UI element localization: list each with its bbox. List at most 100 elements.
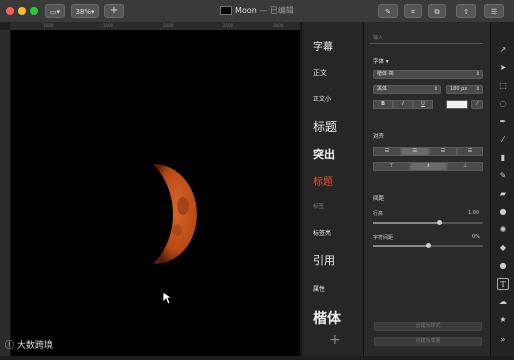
share-button[interactable]: ⇧ (456, 4, 476, 18)
sidebar-toggle-button[interactable]: ▭▾ (45, 4, 65, 18)
lasso-icon[interactable]: ◌ (497, 98, 509, 110)
eraser-icon[interactable]: ▰ (497, 188, 509, 200)
style-item[interactable]: 正文小 (313, 94, 331, 103)
left-ruler (0, 30, 11, 356)
minimize-window-button[interactable] (18, 7, 26, 15)
style-item[interactable]: 正文 (313, 68, 327, 78)
bold-button[interactable]: B (373, 100, 393, 109)
slider-knob[interactable] (425, 243, 431, 248)
adjust-button[interactable]: ☰ (484, 4, 504, 18)
arrow-icon[interactable]: ↗ (497, 44, 509, 56)
italic-button[interactable]: I (393, 100, 413, 109)
text-input[interactable]: 输入 (370, 35, 483, 44)
align-justify-button[interactable]: ☰ (457, 147, 483, 156)
valign-middle-button[interactable]: ⇕ (410, 162, 447, 171)
style-label: 标题 (313, 120, 338, 134)
more-icon[interactable]: » (497, 334, 509, 346)
style-item[interactable]: 突出 (313, 146, 335, 162)
star-icon[interactable]: ★ (497, 314, 509, 326)
align-left-button[interactable]: ☰ (373, 147, 401, 156)
valign-top-button[interactable]: ⊤ (373, 162, 410, 171)
eyedropper-button[interactable]: ⁄ (471, 100, 483, 109)
style-item[interactable]: 字幕 (313, 38, 333, 53)
rect-icon[interactable]: ⬚ (497, 80, 509, 92)
stepper-icon: ⇕ (475, 71, 480, 77)
tools-palette: ↗ ➤ ⬚ ◌ ✒ ⁄ ▮ ✎ ▰ ● ✺ ◆ ● T ☁ ★ » (490, 22, 514, 356)
text-input-placeholder: 输入 (373, 35, 384, 41)
style-item[interactable]: 标签 (313, 202, 324, 210)
window-title: Moon — 已编辑 (220, 5, 330, 16)
font-style-value: 黑体 (377, 86, 388, 92)
font-family-select[interactable]: 楷体-简 ⇕ (373, 70, 483, 79)
watermark-logo-icon: ⓛ (5, 341, 15, 351)
font-size-value: 180 px (450, 86, 468, 92)
zoom-window-button[interactable] (30, 7, 38, 15)
text-icon[interactable]: T (497, 278, 509, 290)
crop-button[interactable]: ⌗ (404, 4, 422, 18)
font-section-title[interactable]: 字体 ▾ (373, 57, 389, 65)
add-style-button[interactable]: + (329, 332, 341, 348)
style-item[interactable]: 引用 (313, 252, 335, 268)
text-color-well[interactable] (446, 100, 468, 109)
select-icon[interactable]: ➤ (497, 62, 509, 74)
pencil-icon[interactable]: ✎ (497, 170, 509, 182)
style-label: 属性 (313, 286, 326, 293)
moon-image (153, 164, 197, 264)
style-label: 标签 (313, 204, 325, 210)
smudge-icon[interactable]: ● (497, 206, 509, 218)
doc-thumbnail (220, 6, 232, 15)
ruler-tick: 3000 (273, 23, 284, 28)
style-label: 字幕 (313, 42, 333, 53)
style-label: 标题 (313, 177, 333, 188)
doc-state: — 已编辑 (259, 6, 294, 15)
valign-bottom-button[interactable]: ⊥ (447, 162, 483, 171)
mouse-cursor-icon (162, 291, 174, 305)
style-label: 引用 (313, 254, 335, 267)
create-variable-label: 创建为变量 (415, 338, 441, 344)
align-right-button[interactable]: ☰ (429, 147, 457, 156)
clone-icon[interactable]: ☁ (497, 296, 509, 308)
close-window-button[interactable] (6, 7, 14, 15)
inspector-panel: 输入 字体 ▾ 楷体-简 ⇕ 黑体 ⇕ 180 px ⇕ B I U ⁄ 对齐 ☰ ☰… (363, 22, 491, 356)
bucket-icon[interactable]: ▮ (497, 152, 509, 164)
resize-button[interactable]: ⧉ (428, 4, 446, 18)
line-height-label: 行高 (373, 211, 384, 217)
add-button[interactable]: + (104, 4, 124, 18)
title-bar: ▭▾ 38%▾ + Moon — 已编辑 ✎ ⌗ ⧉ ⇧ ☰ (0, 0, 514, 23)
style-label: 突出 (313, 148, 335, 161)
line-height-value: 1.00 (468, 210, 480, 216)
char-spacing-slider[interactable] (373, 243, 483, 248)
stepper-icon: ⇕ (475, 86, 480, 92)
font-size-field[interactable]: 180 px ⇕ (446, 85, 483, 94)
underline-button[interactable]: U (413, 100, 433, 109)
line-height-slider[interactable] (373, 220, 483, 225)
align-center-button[interactable]: ☰ (401, 147, 429, 156)
create-style-button[interactable]: 创建为样式 (374, 322, 482, 331)
shape-icon[interactable]: ◆ (497, 242, 509, 254)
blur-icon[interactable]: ✺ (497, 224, 509, 236)
underline-label: U (421, 101, 425, 107)
style-label: 正文 (313, 69, 327, 77)
style-item[interactable]: 标签亮 (313, 228, 331, 237)
font-style-select[interactable]: 黑体 ⇕ (373, 85, 441, 94)
align-section-title: 对齐 (373, 134, 385, 140)
ruler-tick: 2000 (163, 23, 174, 28)
create-variable-button[interactable]: 创建为变量 (374, 337, 482, 346)
styles-panel: 字幕 正文 正文小 标题 突出 标题 标签 标签亮 引用 属性 楷体 + (301, 22, 364, 356)
style-item[interactable]: 标题 (313, 118, 337, 135)
bold-label: B (381, 101, 385, 107)
slider-knob[interactable] (436, 220, 442, 225)
circle-icon[interactable]: ● (497, 260, 509, 272)
style-label: 楷体 (313, 311, 341, 327)
doc-name: Moon (235, 6, 257, 15)
pen-icon[interactable]: ✒ (497, 116, 509, 128)
style-item[interactable]: 属性 (313, 284, 325, 293)
style-item[interactable]: 标题 (313, 173, 333, 188)
zoom-select[interactable]: 38%▾ (71, 4, 99, 18)
style-item[interactable]: 楷体 (313, 308, 341, 328)
image-canvas[interactable]: ⓛ 大数跨境 (5, 30, 300, 356)
style-label: 标签亮 (313, 230, 332, 237)
brush-icon[interactable]: ⁄ (497, 134, 509, 146)
pen-tool-button[interactable]: ✎ (378, 4, 398, 18)
ruler-tick: 2500 (223, 23, 234, 28)
